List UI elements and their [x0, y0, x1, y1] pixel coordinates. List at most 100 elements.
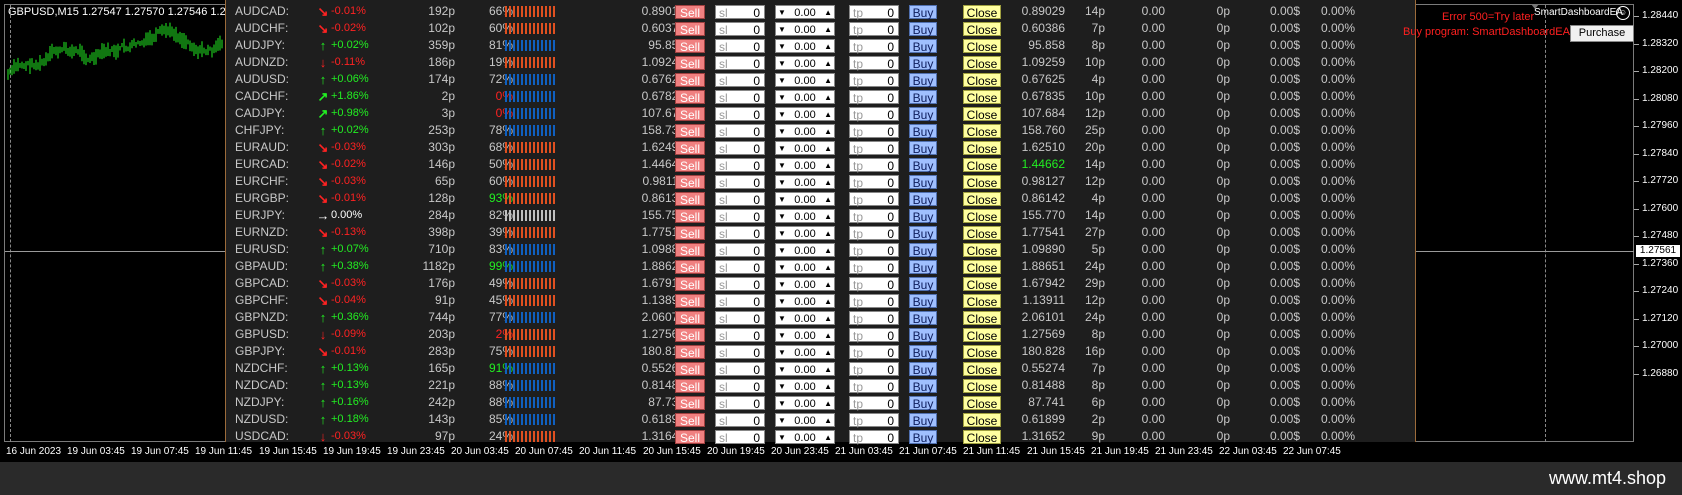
buy-button[interactable]: Buy: [909, 209, 937, 224]
lot-size-stepper[interactable]: ▼ 0.00 ▲: [775, 362, 835, 376]
increase-icon[interactable]: ▲: [824, 346, 832, 360]
decrease-icon[interactable]: ▼: [778, 6, 786, 20]
symbol-label[interactable]: GBPCAD:: [235, 275, 295, 292]
symbol-label[interactable]: NZDUSD:: [235, 411, 295, 428]
buy-button[interactable]: Buy: [909, 107, 937, 122]
buy-button[interactable]: Buy: [909, 362, 937, 377]
decrease-icon[interactable]: ▼: [778, 312, 786, 326]
take-profit-input[interactable]: tp 0: [849, 175, 899, 190]
stop-loss-input[interactable]: sl 0: [715, 56, 765, 71]
symbol-label[interactable]: CHFJPY:: [235, 122, 295, 139]
take-profit-input[interactable]: tp 0: [849, 107, 899, 122]
stop-loss-input[interactable]: sl 0: [715, 362, 765, 377]
take-profit-input[interactable]: tp 0: [849, 430, 899, 445]
sell-button[interactable]: Sell: [675, 192, 705, 207]
decrease-icon[interactable]: ▼: [778, 74, 786, 88]
increase-icon[interactable]: ▲: [824, 91, 832, 105]
increase-icon[interactable]: ▲: [824, 210, 832, 224]
buy-button[interactable]: Buy: [909, 226, 937, 241]
increase-icon[interactable]: ▲: [824, 125, 832, 139]
increase-icon[interactable]: ▲: [824, 244, 832, 258]
increase-icon[interactable]: ▲: [824, 329, 832, 343]
increase-icon[interactable]: ▲: [824, 193, 832, 207]
lot-size-stepper[interactable]: ▼ 0.00 ▲: [775, 243, 835, 257]
take-profit-input[interactable]: tp 0: [849, 413, 899, 428]
stop-loss-input[interactable]: sl 0: [715, 73, 765, 88]
stop-loss-input[interactable]: sl 0: [715, 379, 765, 394]
lot-size-stepper[interactable]: ▼ 0.00 ▲: [775, 192, 835, 206]
symbol-label[interactable]: AUDCAD:: [235, 3, 295, 20]
symbol-label[interactable]: EURJPY:: [235, 207, 295, 224]
stop-loss-input[interactable]: sl 0: [715, 39, 765, 54]
sell-button[interactable]: Sell: [675, 277, 705, 292]
sell-button[interactable]: Sell: [675, 73, 705, 88]
symbol-label[interactable]: EURCAD:: [235, 156, 295, 173]
sell-button[interactable]: Sell: [675, 175, 705, 190]
increase-icon[interactable]: ▲: [824, 40, 832, 54]
decrease-icon[interactable]: ▼: [778, 380, 786, 394]
lot-size-stepper[interactable]: ▼ 0.00 ▲: [775, 158, 835, 172]
symbol-label[interactable]: AUDJPY:: [235, 37, 295, 54]
lot-size-stepper[interactable]: ▼ 0.00 ▲: [775, 175, 835, 189]
increase-icon[interactable]: ▲: [824, 227, 832, 241]
decrease-icon[interactable]: ▼: [778, 159, 786, 173]
stop-loss-input[interactable]: sl 0: [715, 141, 765, 156]
sell-button[interactable]: Sell: [675, 158, 705, 173]
lot-size-stepper[interactable]: ▼ 0.00 ▲: [775, 209, 835, 223]
decrease-icon[interactable]: ▼: [778, 278, 786, 292]
decrease-icon[interactable]: ▼: [778, 57, 786, 71]
stop-loss-input[interactable]: sl 0: [715, 107, 765, 122]
lot-size-stepper[interactable]: ▼ 0.00 ▲: [775, 124, 835, 138]
increase-icon[interactable]: ▲: [824, 431, 832, 445]
buy-button[interactable]: Buy: [909, 39, 937, 54]
stop-loss-input[interactable]: sl 0: [715, 124, 765, 139]
lot-size-stepper[interactable]: ▼ 0.00 ▲: [775, 294, 835, 308]
sell-button[interactable]: Sell: [675, 226, 705, 241]
sell-button[interactable]: Sell: [675, 39, 705, 54]
take-profit-input[interactable]: tp 0: [849, 311, 899, 326]
stop-loss-input[interactable]: sl 0: [715, 294, 765, 309]
take-profit-input[interactable]: tp 0: [849, 39, 899, 54]
sell-button[interactable]: Sell: [675, 90, 705, 105]
lot-size-stepper[interactable]: ▼ 0.00 ▲: [775, 311, 835, 325]
symbol-label[interactable]: EURGBP:: [235, 190, 295, 207]
increase-icon[interactable]: ▲: [824, 261, 832, 275]
decrease-icon[interactable]: ▼: [778, 261, 786, 275]
stop-loss-input[interactable]: sl 0: [715, 175, 765, 190]
decrease-icon[interactable]: ▼: [778, 108, 786, 122]
sell-button[interactable]: Sell: [675, 362, 705, 377]
increase-icon[interactable]: ▲: [824, 108, 832, 122]
increase-icon[interactable]: ▲: [824, 380, 832, 394]
buy-button[interactable]: Buy: [909, 243, 937, 258]
take-profit-input[interactable]: tp 0: [849, 56, 899, 71]
decrease-icon[interactable]: ▼: [778, 295, 786, 309]
lot-size-stepper[interactable]: ▼ 0.00 ▲: [775, 90, 835, 104]
take-profit-input[interactable]: tp 0: [849, 124, 899, 139]
sell-button[interactable]: Sell: [675, 379, 705, 394]
increase-icon[interactable]: ▲: [824, 23, 832, 37]
lot-size-stepper[interactable]: ▼ 0.00 ▲: [775, 345, 835, 359]
decrease-icon[interactable]: ▼: [778, 176, 786, 190]
lot-size-stepper[interactable]: ▼ 0.00 ▲: [775, 5, 835, 19]
sell-button[interactable]: Sell: [675, 56, 705, 71]
buy-button[interactable]: Buy: [909, 124, 937, 139]
stop-loss-input[interactable]: sl 0: [715, 90, 765, 105]
decrease-icon[interactable]: ▼: [778, 431, 786, 445]
lot-size-stepper[interactable]: ▼ 0.00 ▲: [775, 430, 835, 444]
take-profit-input[interactable]: tp 0: [849, 73, 899, 88]
stop-loss-input[interactable]: sl 0: [715, 192, 765, 207]
stop-loss-input[interactable]: sl 0: [715, 277, 765, 292]
decrease-icon[interactable]: ▼: [778, 23, 786, 37]
lot-size-stepper[interactable]: ▼ 0.00 ▲: [775, 260, 835, 274]
lot-size-stepper[interactable]: ▼ 0.00 ▲: [775, 328, 835, 342]
sell-button[interactable]: Sell: [675, 5, 705, 20]
sell-button[interactable]: Sell: [675, 141, 705, 156]
symbol-label[interactable]: NZDJPY:: [235, 394, 295, 411]
stop-loss-input[interactable]: sl 0: [715, 22, 765, 37]
chart-window[interactable]: GBPUSD,M15 1.27547 1.27570 1.27546 1.275…: [0, 0, 1682, 462]
take-profit-input[interactable]: tp 0: [849, 209, 899, 224]
buy-button[interactable]: Buy: [909, 379, 937, 394]
symbol-label[interactable]: EURNZD:: [235, 224, 295, 241]
sell-button[interactable]: Sell: [675, 294, 705, 309]
symbol-label[interactable]: CADCHF:: [235, 88, 295, 105]
